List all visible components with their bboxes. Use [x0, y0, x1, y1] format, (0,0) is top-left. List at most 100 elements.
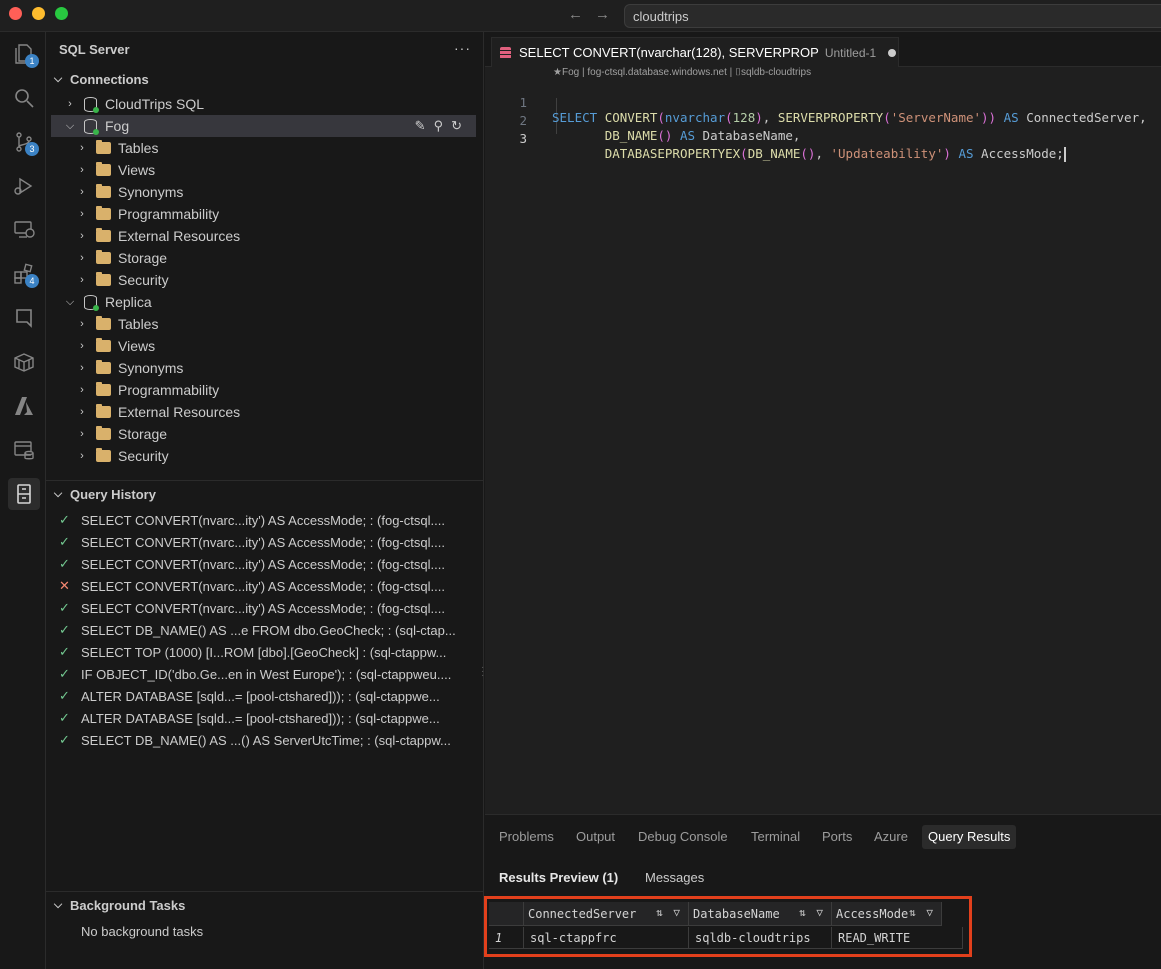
tree-node-security[interactable]: › Security — [76, 269, 169, 291]
history-item[interactable]: ✓ SELECT TOP (1000) [I...ROM [dbo].[GeoCh… — [59, 641, 469, 663]
database-connections-icon[interactable] — [8, 434, 40, 466]
history-item[interactable]: ✓ SELECT CONVERT(nvarc...ity') AS AccessM… — [59, 597, 469, 619]
history-item[interactable]: ✓ IF OBJECT_ID('dbo.Ge...en in West Europ… — [59, 663, 469, 685]
panel-tab-ports[interactable]: Ports — [816, 825, 858, 849]
code-line-2[interactable]: 2 DB_NAME() AS DatabaseName, — [485, 98, 1161, 143]
containers-icon[interactable] — [8, 346, 40, 378]
tree-node-label: Programmability — [118, 206, 220, 222]
editor-tab-bar: SELECT CONVERT(nvarchar(128), SERVERPROP… — [485, 32, 1161, 67]
folder-icon — [96, 184, 111, 198]
activity-bar: 1 3 4 — [0, 32, 46, 969]
chevron-right-icon: › — [80, 164, 84, 176]
success-check-icon: ✓ — [59, 622, 70, 637]
history-item[interactable]: ✓ ALTER DATABASE [sqld...= [pool-ctshared… — [59, 685, 469, 707]
explorer-badge: 1 — [25, 54, 39, 68]
more-actions-icon[interactable]: ··· — [454, 40, 471, 56]
tree-node-label: Synonyms — [118, 184, 184, 200]
tree-node-label: Synonyms — [118, 360, 184, 376]
back-arrow-icon[interactable]: ← — [568, 6, 583, 23]
edit-connection-icon[interactable]: ✎ — [415, 118, 426, 134]
explorer-icon[interactable]: 1 — [8, 38, 40, 70]
history-item[interactable]: ✕ SELECT CONVERT(nvarc...ity') AS AccessM… — [59, 575, 469, 597]
search-icon[interactable] — [8, 82, 40, 114]
tree-node-tables[interactable]: › Tables — [76, 137, 158, 159]
section-divider — [46, 891, 484, 892]
panel-tab-output[interactable]: Output — [570, 825, 621, 849]
sql-server-icon[interactable] — [8, 478, 40, 510]
tree-node-security[interactable]: › Security — [76, 445, 169, 467]
minimize-window-button[interactable] — [32, 7, 45, 20]
folder-icon — [96, 448, 111, 462]
close-window-button[interactable] — [9, 7, 22, 20]
tree-node-programmability[interactable]: › Programmability — [76, 379, 219, 401]
connection-fog[interactable]: ⌵ Fog ✎ ⚲ ↻ — [51, 115, 476, 137]
folder-icon — [96, 250, 111, 264]
tree-node-views[interactable]: › Views — [76, 159, 155, 181]
subtab-results-preview[interactable]: Results Preview (1) — [499, 870, 618, 885]
connection-replica[interactable]: ⌵ Replica — [64, 291, 152, 313]
panel-tab-problems[interactable]: Problems — [493, 825, 560, 849]
tree-node-synonyms[interactable]: › Synonyms — [76, 181, 183, 203]
panel-tab-debug-console[interactable]: Debug Console — [632, 825, 734, 849]
line-number: 3 — [519, 131, 527, 146]
history-item[interactable]: ✓ SELECT CONVERT(nvarc...ity') AS AccessM… — [59, 509, 469, 531]
source-control-badge: 3 — [25, 142, 39, 156]
error-x-icon: ✕ — [59, 578, 70, 593]
code-line-1[interactable]: 1 SELECT CONVERT(nvarchar(128), SERVERPR… — [485, 80, 1161, 125]
source-control-icon[interactable]: 3 — [8, 126, 40, 158]
tree-node-external-resources[interactable]: › External Resources — [76, 401, 240, 423]
tree-node-storage[interactable]: › Storage — [76, 247, 167, 269]
history-item-text: SELECT CONVERT(nvarc...ity') AS AccessMo… — [81, 556, 445, 572]
panel-tab-query-results[interactable]: Query Results — [922, 825, 1017, 849]
editor-tab-untitled-1[interactable]: SELECT CONVERT(nvarchar(128), SERVERPROP… — [491, 37, 899, 67]
chevron-right-icon: › — [80, 384, 84, 396]
connections-section-header[interactable]: ⌵ Connections — [46, 68, 484, 90]
query-history-section-header[interactable]: ⌵ Query History — [46, 483, 484, 505]
background-tasks-empty: No background tasks — [81, 923, 204, 939]
connection-cloudtrips[interactable]: › CloudTrips SQL — [64, 93, 204, 115]
history-item[interactable]: ✓ SELECT CONVERT(nvarc...ity') AS AccessM… — [59, 553, 469, 575]
history-item[interactable]: ✓ ALTER DATABASE [sqld...= [pool-ctshared… — [59, 707, 469, 729]
tree-node-storage[interactable]: › Storage — [76, 423, 167, 445]
run-debug-icon[interactable] — [8, 170, 40, 202]
history-item-text: SELECT CONVERT(nvarc...ity') AS AccessMo… — [81, 600, 445, 616]
extensions-icon[interactable]: 4 — [8, 258, 40, 290]
maximize-window-button[interactable] — [55, 7, 68, 20]
query-history-header-label: Query History — [70, 486, 156, 502]
tree-node-label: Storage — [118, 426, 168, 442]
subtab-messages[interactable]: Messages — [645, 870, 704, 885]
refresh-icon[interactable]: ↻ — [451, 118, 462, 134]
azure-icon[interactable] — [8, 390, 40, 422]
tree-node-tables[interactable]: › Tables — [76, 313, 158, 335]
code-line-3[interactable]: 3 DATABASEPROPERTYEX(DB_NAME(), 'Updatea… — [485, 116, 1161, 162]
history-item[interactable]: ✓ SELECT CONVERT(nvarc...ity') AS AccessM… — [59, 531, 469, 553]
history-item-text: IF OBJECT_ID('dbo.Ge...en in West Europe… — [81, 666, 452, 682]
title-bar: ← → cloudtrips — [0, 0, 1161, 32]
history-item-text: SELECT TOP (1000) [I...ROM [dbo].[GeoChe… — [81, 644, 447, 660]
forward-arrow-icon[interactable]: → — [595, 6, 610, 23]
panel-tab-azure[interactable]: Azure — [868, 825, 914, 849]
chevron-down-icon: ⌵ — [53, 487, 63, 500]
database-connected-icon — [84, 96, 99, 113]
bookmark-icon[interactable] — [8, 302, 40, 334]
command-center-search[interactable]: cloudtrips — [624, 4, 1161, 28]
history-item[interactable]: ✓ SELECT DB_NAME() AS ...e FROM dbo.GeoCh… — [59, 619, 469, 641]
tree-node-views[interactable]: › Views — [76, 335, 155, 357]
sash-handle[interactable]: · · · — [481, 663, 484, 681]
background-tasks-section-header[interactable]: ⌵ Background Tasks — [46, 894, 484, 916]
remote-explorer-icon[interactable] — [8, 214, 40, 246]
chevron-right-icon: › — [80, 274, 84, 286]
tree-node-label: Views — [118, 338, 156, 354]
panel-tab-terminal[interactable]: Terminal — [745, 825, 806, 849]
sql-server-sidebar: SQL Server ··· ⌵ Connections › CloudTrip… — [46, 32, 484, 969]
tree-node-synonyms[interactable]: › Synonyms — [76, 357, 183, 379]
tree-node-programmability[interactable]: › Programmability — [76, 203, 219, 225]
tree-node-label: Tables — [118, 140, 159, 156]
unsaved-dot-icon[interactable] — [888, 48, 897, 57]
database-connected-icon — [84, 294, 99, 311]
disconnect-icon[interactable]: ⚲ — [434, 118, 444, 134]
history-item[interactable]: ✓ SELECT DB_NAME() AS ...() AS ServerUtcT… — [59, 729, 469, 751]
folder-icon — [96, 272, 111, 286]
history-item-text: SELECT CONVERT(nvarc...ity') AS AccessMo… — [81, 512, 445, 528]
tree-node-external-resources[interactable]: › External Resources — [76, 225, 240, 247]
